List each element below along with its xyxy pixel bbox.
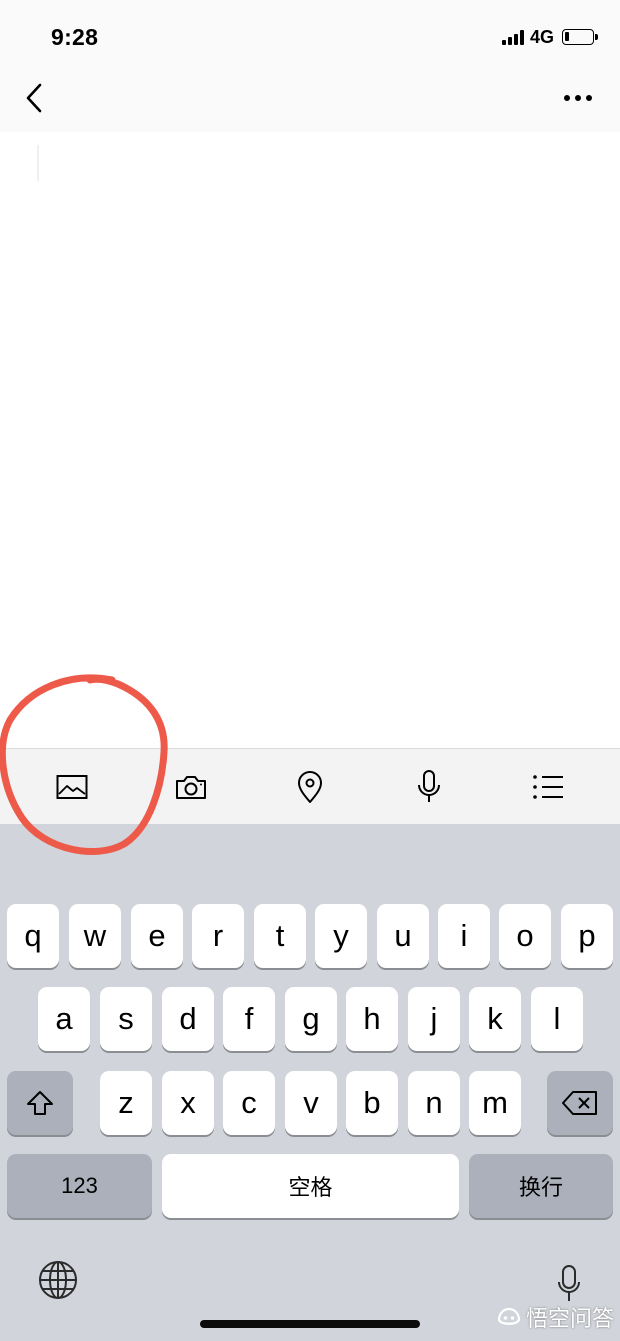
numbers-key[interactable]: 123 <box>7 1154 152 1218</box>
list-button[interactable] <box>508 749 588 825</box>
keyboard: q w e r t y u i o p a s d f g h j k l z … <box>0 824 620 1341</box>
key-p[interactable]: p <box>561 904 613 968</box>
signal-icon <box>501 29 524 45</box>
network-type: 4G <box>529 26 554 47</box>
voice-input-button[interactable] <box>389 749 469 825</box>
key-g[interactable]: g <box>285 987 337 1051</box>
backspace-icon <box>562 1091 597 1115</box>
key-j[interactable]: j <box>408 987 460 1051</box>
key-n[interactable]: n <box>408 1071 460 1135</box>
shift-icon <box>27 1091 53 1115</box>
key-z[interactable]: z <box>100 1071 152 1135</box>
key-w[interactable]: w <box>69 904 121 968</box>
key-a[interactable]: a <box>38 987 90 1051</box>
watermark: 悟空问答 <box>496 1300 614 1334</box>
nav-bar <box>0 70 620 132</box>
insert-image-button[interactable] <box>32 749 112 825</box>
key-b[interactable]: b <box>346 1071 398 1135</box>
key-k[interactable]: k <box>469 987 521 1051</box>
status-time: 9:28 <box>51 24 99 50</box>
text-caret <box>37 145 39 181</box>
key-s[interactable]: s <box>100 987 152 1051</box>
key-f[interactable]: f <box>223 987 275 1051</box>
key-c[interactable]: c <box>223 1071 275 1135</box>
back-button[interactable] <box>18 80 50 116</box>
ellipsis-icon <box>564 95 592 101</box>
status-indicators: 4G <box>501 26 598 48</box>
image-icon <box>56 775 88 799</box>
key-t[interactable]: t <box>254 904 306 968</box>
key-q[interactable]: q <box>7 904 59 968</box>
editor-toolbar <box>0 748 620 824</box>
key-i[interactable]: i <box>438 904 490 968</box>
key-u[interactable]: u <box>377 904 429 968</box>
key-v[interactable]: v <box>285 1071 337 1135</box>
key-l[interactable]: l <box>531 987 583 1051</box>
home-indicator[interactable] <box>200 1320 420 1328</box>
key-r[interactable]: r <box>192 904 244 968</box>
key-h[interactable]: h <box>346 987 398 1051</box>
camera-icon <box>176 776 206 799</box>
key-y[interactable]: y <box>315 904 367 968</box>
microphone-icon <box>558 1265 580 1301</box>
delete-key[interactable] <box>547 1071 613 1135</box>
key-d[interactable]: d <box>162 987 214 1051</box>
more-button[interactable] <box>560 82 596 114</box>
text-editor[interactable] <box>0 132 620 748</box>
camera-button[interactable] <box>151 749 231 825</box>
space-key[interactable]: 空格 <box>162 1154 459 1218</box>
shift-key[interactable] <box>7 1071 73 1135</box>
status-bar: 9:28 4G <box>0 0 620 70</box>
globe-button[interactable] <box>36 1258 80 1302</box>
globe-icon <box>39 1261 77 1299</box>
key-e[interactable]: e <box>131 904 183 968</box>
watermark-text: 悟空问答 <box>526 1306 615 1331</box>
battery-icon <box>562 29 598 45</box>
list-icon <box>533 775 563 799</box>
return-key[interactable]: 换行 <box>469 1154 613 1218</box>
chevron-left-icon <box>26 83 42 113</box>
key-o[interactable]: o <box>499 904 551 968</box>
key-m[interactable]: m <box>469 1071 521 1135</box>
microphone-icon <box>418 770 440 802</box>
location-pin-icon <box>298 771 322 803</box>
key-x[interactable]: x <box>162 1071 214 1135</box>
location-button[interactable] <box>270 749 350 825</box>
wukong-logo-icon <box>497 1307 521 1325</box>
